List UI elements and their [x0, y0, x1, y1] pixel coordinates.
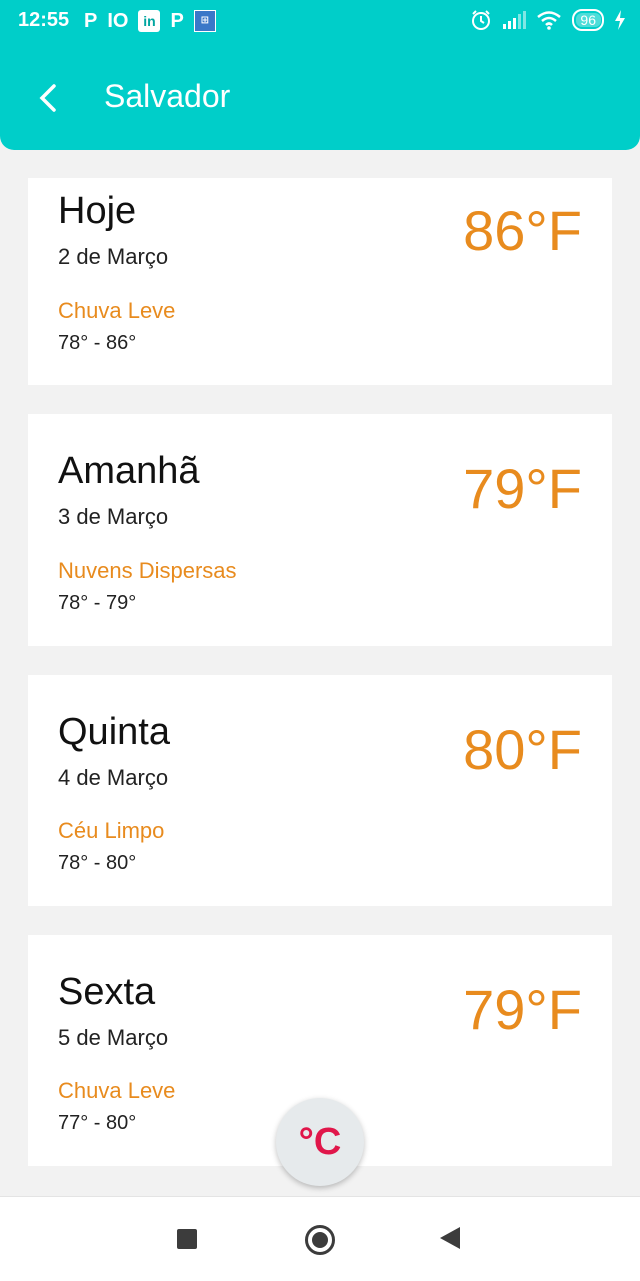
- forecast-condition: Céu Limpo: [58, 818, 165, 843]
- charging-icon: [615, 10, 625, 30]
- back-button[interactable]: [32, 80, 68, 116]
- app-p2-icon: P: [170, 10, 184, 32]
- system-back-button[interactable]: [440, 1227, 460, 1249]
- battery-icon: 96: [572, 9, 604, 31]
- forecast-date: 5 de Março: [58, 1025, 169, 1050]
- forecast-condition: Nuvens Dispersas: [58, 558, 237, 583]
- status-right: 96: [470, 9, 626, 31]
- forecast-range: 78° - 80°: [58, 852, 137, 874]
- forecast-temp: 79°F: [463, 457, 582, 520]
- app-io-icon: IO: [107, 10, 129, 32]
- unit-toggle-button[interactable]: °C: [276, 1098, 364, 1186]
- forecast-condition: Chuva Leve: [58, 1078, 176, 1103]
- forecast-date: 4 de Março: [58, 765, 169, 790]
- app-header: 12:55 P IO in P ⊞ 96 Salvador: [0, 0, 640, 150]
- system-nav-bar: [0, 1196, 640, 1281]
- recents-button[interactable]: [177, 1229, 197, 1249]
- forecast-day: Hoje: [58, 190, 137, 232]
- forecast-temp: 86°F: [463, 199, 582, 262]
- alarm-icon: [472, 10, 491, 30]
- battery-level: 96: [580, 12, 596, 28]
- forecast-range: 78° - 86°: [58, 332, 137, 354]
- status-bar: 12:55 P IO in P ⊞ 96: [0, 0, 640, 44]
- notification-icons: P IO in P ⊞: [84, 9, 216, 33]
- forecast-condition: Chuva Leve: [58, 298, 176, 323]
- back-arrow-icon: [39, 84, 56, 112]
- forecast-day: Sexta: [58, 971, 156, 1013]
- linkedin-icon: in: [138, 10, 161, 32]
- forecast-card[interactable]: Hoje 2 de Março Chuva Leve 78° - 86° 86°…: [28, 178, 612, 385]
- forecast-day: Amanhã: [58, 450, 200, 492]
- forecast-range: 78° - 79°: [58, 592, 137, 614]
- home-button[interactable]: [305, 1225, 335, 1255]
- forecast-date: 3 de Março: [58, 504, 169, 529]
- forecast-day: Quinta: [58, 711, 170, 753]
- page-title: Salvador: [104, 78, 231, 114]
- forecast-card[interactable]: Amanhã 3 de Março Nuvens Dispersas 78° -…: [28, 414, 612, 646]
- forecast-date: 2 de Março: [58, 244, 169, 269]
- wifi-icon: [537, 11, 562, 30]
- forecast-temp: 80°F: [463, 718, 582, 781]
- status-time: 12:55: [18, 9, 70, 31]
- forecast-range: 77° - 80°: [58, 1112, 137, 1134]
- forecast-temp: 79°F: [463, 978, 582, 1041]
- app-p-icon: P: [84, 10, 98, 32]
- signal-icon: [503, 11, 527, 29]
- app-square-icon: ⊞: [193, 10, 216, 32]
- forecast-card[interactable]: Quinta 4 de Março Céu Limpo 78° - 80° 80…: [28, 675, 612, 906]
- unit-toggle-label: °C: [298, 1120, 342, 1163]
